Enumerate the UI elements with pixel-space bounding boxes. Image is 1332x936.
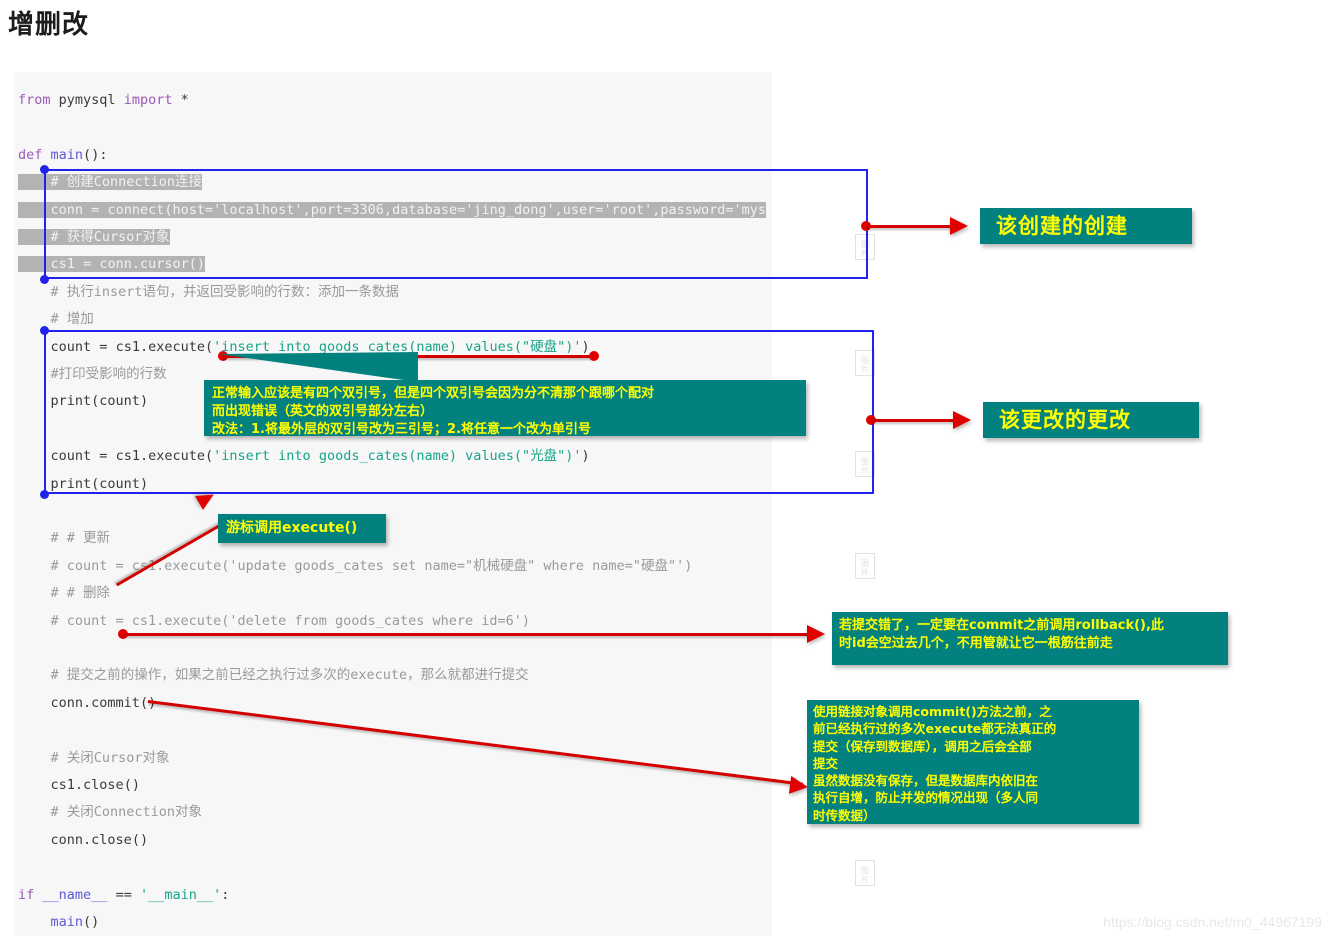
arrow-head-icon	[807, 625, 825, 643]
code-line: conn.close()	[50, 831, 149, 848]
quote-marker-dot-right	[589, 351, 599, 361]
code-line: # count = cs1.execute('update goods_cate…	[18, 557, 693, 574]
broken-image-icon: 图片	[855, 860, 875, 886]
arrow-shaft	[871, 419, 959, 422]
blue-anchor-dot	[40, 165, 49, 174]
code-line: if __name__ == '__main__':	[18, 886, 230, 903]
callout-commit: 使用链接对象调用commit()方法之前，之 前已经执行过的多次execute都…	[807, 700, 1139, 824]
arrow-shaft	[123, 633, 813, 636]
page-title: 增删改	[8, 10, 90, 40]
arrow-head-icon	[953, 411, 971, 429]
code-line: # 执行insert语句，并返回受影响的行数：添加一条数据	[18, 283, 400, 300]
code-line: main()	[50, 914, 100, 930]
callout-tail-icon	[218, 352, 418, 382]
arrow-shaft	[866, 225, 956, 228]
callout-modify: 该更改的更改	[983, 402, 1199, 438]
blue-anchor-dot	[40, 490, 49, 499]
code-line: def main():	[18, 146, 108, 163]
code-line: # 提交之前的操作，如果之前已经之执行过多次的execute，那么就都进行提交	[18, 667, 529, 684]
blue-highlight-frame-connection	[44, 169, 868, 279]
code-line: # 增加	[18, 311, 94, 328]
code-line: conn.commit()	[50, 694, 157, 711]
callout-quote-explanation: 正常输入应该是有四个双引号，但是四个双引号会因为分不清那个跟哪个配对 而出现错误…	[204, 380, 806, 437]
broken-image-icon: 图片	[855, 553, 875, 579]
code-line: # count = cs1.execute('delete from goods…	[18, 612, 531, 629]
code-line: # # 更新	[18, 530, 111, 547]
code-line: cs1.close()	[50, 777, 140, 793]
watermark: https://blog.csdn.net/m0_44967199	[1103, 914, 1322, 930]
code-line: # # 删除	[18, 585, 111, 602]
callout-create: 该创建的创建	[980, 208, 1192, 244]
callout-rollback: 若提交错了，一定要在commit之前调用rollback(),此 时id会空过去…	[832, 612, 1228, 665]
code-line: # 关闭Cursor对象	[18, 749, 170, 766]
blue-anchor-dot	[40, 275, 49, 284]
arrow-head-icon	[950, 217, 968, 235]
callout-execute: 游标调用execute()	[218, 514, 386, 543]
code-line: # 关闭Connection对象	[18, 804, 203, 821]
blue-anchor-dot	[40, 326, 49, 335]
code-line: from pymysql import *	[18, 92, 189, 108]
